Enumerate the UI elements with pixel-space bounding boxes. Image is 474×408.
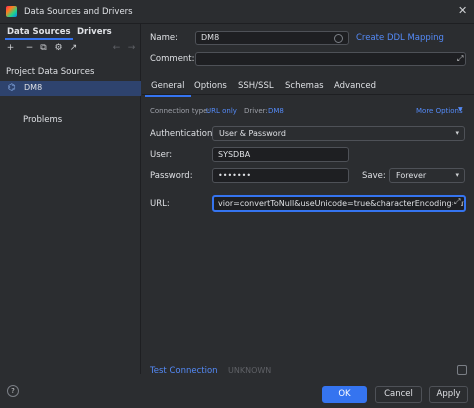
tab-general[interactable]: General (145, 81, 190, 97)
sidebar-tabs: Data Sources Drivers (0, 25, 141, 41)
window-title: Data Sources and Drivers (24, 7, 133, 17)
forward-icon[interactable]: → (126, 43, 137, 53)
sidebar-toolbar: + − ⧉ ⚙ ↗ ← → (0, 43, 141, 57)
tab-schemas[interactable]: Schemas (285, 81, 324, 91)
connection-status: UNKNOWN (228, 366, 272, 375)
checkbox-icon[interactable] (457, 365, 467, 375)
cancel-button[interactable]: Cancel (375, 386, 422, 403)
authentication-value: User & Password (219, 129, 286, 138)
driver-label: Driver: (244, 107, 268, 115)
name-label: Name: (150, 33, 178, 43)
connection-type-label: Connection type: (150, 107, 210, 115)
copy-icon[interactable]: ⧉ (38, 43, 49, 53)
close-icon[interactable]: ✕ (458, 5, 467, 17)
password-label: Password: (150, 171, 193, 181)
comment-input[interactable] (195, 52, 466, 66)
save-select[interactable]: Forever ▾ (389, 168, 465, 183)
datasource-icon: ⌬ (8, 83, 16, 93)
authentication-select[interactable]: User & Password ▾ (212, 126, 465, 141)
section-label: Project Data Sources (6, 67, 95, 77)
ok-button[interactable]: OK (322, 386, 367, 403)
more-options-link[interactable]: More Options (416, 107, 463, 115)
export-icon[interactable]: ↗ (68, 43, 79, 53)
connection-type-link[interactable]: URL only (206, 107, 237, 115)
save-value: Forever (396, 171, 427, 180)
expand-icon[interactable]: ⤢ (453, 197, 462, 207)
tab-options[interactable]: Options (194, 81, 227, 91)
authentication-label: Authentication: (150, 129, 216, 139)
expand-icon[interactable]: ⤢ (457, 54, 463, 64)
back-icon[interactable]: ← (111, 43, 122, 53)
tab-advanced[interactable]: Advanced (334, 81, 376, 91)
url-input[interactable]: vior=convertToNull&useUnicode=true&chara… (212, 195, 466, 212)
test-connection-link[interactable]: Test Connection (150, 366, 218, 376)
chevron-down-icon: ▼ (458, 106, 463, 113)
password-input[interactable]: ••••••• (212, 168, 349, 183)
comment-label: Comment: (150, 54, 195, 64)
help-icon[interactable]: ? (7, 385, 19, 397)
tab-drivers[interactable]: Drivers (77, 27, 112, 37)
remove-icon[interactable]: − (24, 43, 35, 53)
app-logo-icon (6, 6, 17, 17)
tab-data-sources[interactable]: Data Sources (5, 27, 73, 40)
chevron-down-icon: ▾ (455, 129, 459, 137)
driver-link[interactable]: DM8 (268, 107, 284, 115)
user-label: User: (150, 150, 173, 160)
settings-tabs: General Options SSH/SSL Schemas Advanced (142, 75, 474, 97)
sidebar-item-dm8[interactable]: ⌬ DM8 (0, 81, 141, 96)
settings-icon[interactable]: ⚙ (53, 43, 64, 53)
create-ddl-mapping-link[interactable]: Create DDL Mapping (356, 33, 444, 43)
chevron-down-icon: ▾ (455, 171, 459, 179)
url-value: vior=convertToNull&useUnicode=true&chara… (218, 199, 466, 208)
tab-ssh-ssl[interactable]: SSH/SSL (238, 81, 274, 91)
add-icon[interactable]: + (5, 43, 16, 53)
sidebar-item-label: DM8 (24, 83, 43, 92)
url-label: URL: (150, 199, 170, 209)
apply-button[interactable]: Apply (429, 386, 468, 403)
user-input[interactable]: SYSDBA (212, 147, 349, 162)
name-input[interactable]: DM8 (195, 31, 349, 45)
problems-item[interactable]: Problems (23, 115, 62, 125)
save-label: Save: (362, 171, 386, 181)
color-picker-icon[interactable] (334, 34, 343, 43)
